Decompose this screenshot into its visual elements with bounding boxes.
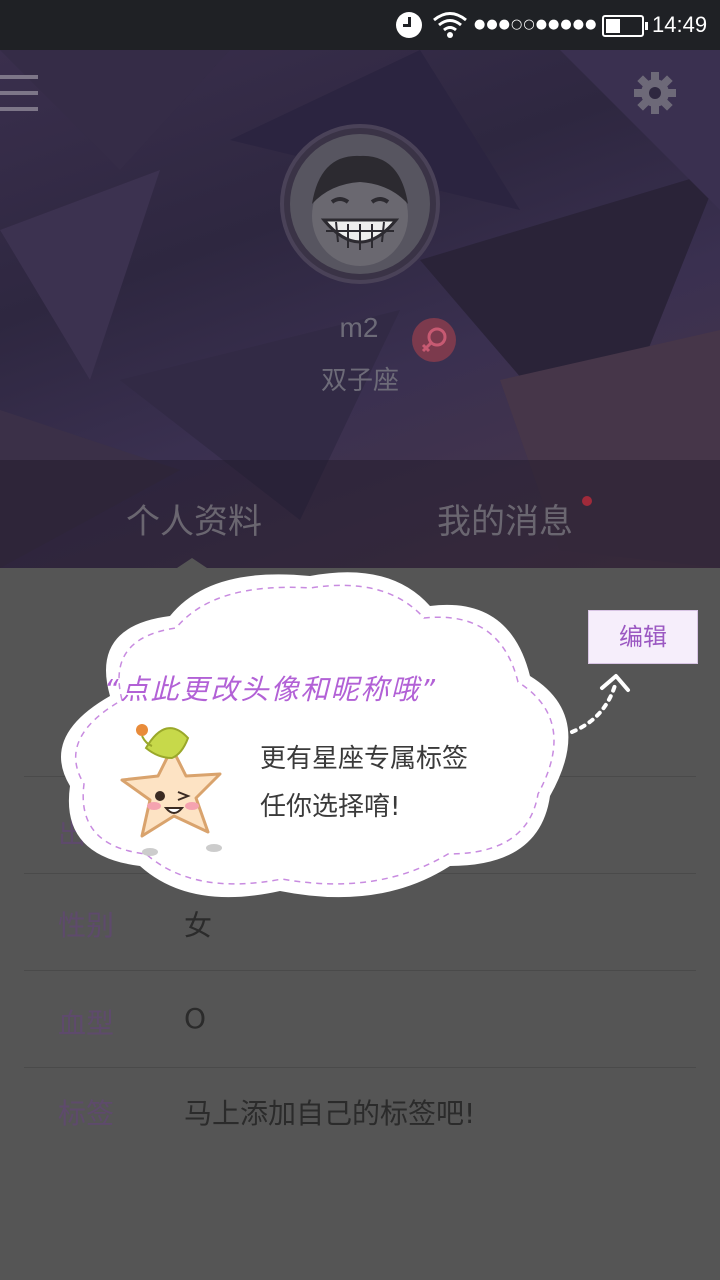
row-value-gender: 女 [184, 909, 213, 942]
row-label-gender: 性别 [58, 909, 115, 942]
gear-icon[interactable] [632, 70, 678, 116]
dotted-arrow-icon [570, 674, 630, 734]
status-bar: ●●●○○●●●●● 14:49 [0, 0, 720, 50]
row-label-tags: 标签 [58, 1097, 115, 1130]
profile-header: m2 双子座 个人资料 我的消息 [0, 50, 720, 568]
username[interactable]: m2 [0, 312, 718, 344]
status-time: 14:49 [652, 12, 708, 37]
profile-screen: ●●●○○●●●●● 14:49 m2 双子座 个人资料 我的消息 出 性别 女… [0, 0, 720, 1280]
tab-profile[interactable]: 个人资料 [126, 494, 262, 543]
tooltip-line-1: 更有星座专属标签 [260, 744, 469, 774]
wifi-icon [433, 12, 467, 38]
clock-icon [396, 12, 422, 38]
tab-messages[interactable]: 我的消息 [437, 494, 573, 543]
notification-dot [582, 496, 592, 506]
divider [24, 970, 696, 971]
row-label-blood-type: 血型 [58, 1007, 115, 1040]
divider [24, 1067, 696, 1068]
avatar[interactable] [280, 124, 440, 284]
profile-tabs: 个人资料 我的消息 [0, 460, 720, 568]
menu-icon[interactable] [0, 75, 40, 113]
star-mascot-icon [120, 724, 222, 856]
edit-button[interactable]: 编辑 [588, 610, 698, 664]
row-value-blood-type: O [184, 1002, 207, 1035]
tooltip-line-2: 任你选择唷! [260, 792, 401, 822]
tooltip-title: “点此更改头像和昵称哦” [104, 673, 438, 706]
female-icon [412, 318, 456, 362]
battery-icon [602, 15, 648, 37]
signal-indicator: ●●●○○●●●●● [474, 17, 598, 32]
zodiac-sign: 双子座 [320, 366, 399, 396]
bottom-area [0, 1152, 720, 1280]
row-value-tags[interactable]: 马上添加自己的标签吧! [184, 1092, 475, 1132]
avatar-face-icon [290, 134, 430, 274]
